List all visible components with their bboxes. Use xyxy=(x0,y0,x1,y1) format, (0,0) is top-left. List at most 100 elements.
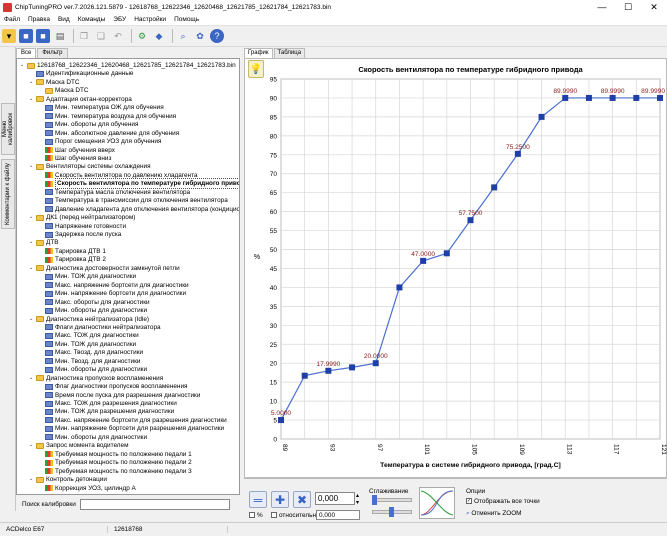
copy-icon[interactable]: ❐ xyxy=(77,29,91,43)
expand-chevron-icon[interactable]: ⌄ xyxy=(29,441,35,450)
table-icon xyxy=(45,332,53,339)
toolbar: ▾ ■ ■ ▤ ❐ ❏ ↶ ⚙ ◆ ⌕ ✿ ? xyxy=(0,26,667,47)
lightbulb-icon[interactable]: 💡 xyxy=(248,60,264,78)
menu-file[interactable]: Файл xyxy=(0,16,24,23)
folder-icon xyxy=(36,476,44,483)
maximize-button[interactable]: ☐ xyxy=(615,0,641,14)
menu-commands[interactable]: Команды xyxy=(74,16,110,23)
data-point xyxy=(467,217,474,224)
equalize-button[interactable]: ═ xyxy=(249,491,267,508)
multiply-button[interactable]: ✖ xyxy=(293,491,311,508)
left-tabs: Все Фильтр xyxy=(16,48,240,58)
percent-label: % xyxy=(257,512,263,519)
tab-calibration-menu[interactable]: Меню калибровок xyxy=(1,103,15,155)
x-tick-label: 89 xyxy=(281,444,288,452)
paste-icon[interactable]: ❏ xyxy=(94,29,108,43)
expand-chevron-icon[interactable]: ⌄ xyxy=(29,78,35,87)
tab-filter[interactable]: Фильтр xyxy=(37,48,68,58)
data-label: 47.0000 xyxy=(411,251,435,258)
x-tick-label: 93 xyxy=(328,444,335,452)
relative-option[interactable]: относительно xyxy=(271,512,320,519)
data-point xyxy=(325,367,332,374)
menu-settings[interactable]: Настройки xyxy=(130,16,170,23)
table-icon xyxy=(45,434,53,441)
add-button[interactable]: ✚ xyxy=(271,491,289,508)
search-label: Поиск калибровки xyxy=(22,500,76,508)
tab-table[interactable]: Таблица xyxy=(273,48,306,58)
y-tick-label: 25 xyxy=(270,342,278,349)
value-input[interactable]: 0,000 xyxy=(315,492,355,505)
slider-thumb[interactable] xyxy=(372,495,377,505)
show-all-points-option[interactable]: ✓ Отображать все точки xyxy=(466,498,540,505)
smoothing-label: Сглаживание xyxy=(369,488,409,495)
data-point xyxy=(420,257,427,264)
data-label: 17.9990 xyxy=(316,361,340,368)
data-point xyxy=(443,250,450,257)
undo-icon[interactable]: ↶ xyxy=(111,29,125,43)
tab-graph[interactable]: График xyxy=(244,48,273,58)
table-icon xyxy=(45,417,53,424)
open-folder-icon[interactable]: ▾ xyxy=(2,29,16,43)
y-tick-label: 50 xyxy=(270,247,278,254)
relative-checkbox[interactable] xyxy=(271,512,277,519)
search-icon[interactable]: ⌕ xyxy=(176,29,190,43)
expand-chevron-icon[interactable]: ⌄ xyxy=(29,95,35,104)
expand-chevron-icon[interactable]: ⌄ xyxy=(20,61,26,70)
cancel-zoom-button[interactable]: ⌕ Отменить ZOOM xyxy=(466,510,522,518)
slider-thumb[interactable] xyxy=(389,507,394,517)
save-icon[interactable]: ■ xyxy=(19,29,33,43)
tab-file-comments[interactable]: Комментарии к файлу xyxy=(1,159,15,229)
status-ecu: ACDelco E67 xyxy=(0,526,108,533)
table-icon xyxy=(45,358,53,365)
toolbar-separator xyxy=(73,29,74,43)
print-icon[interactable]: ▤ xyxy=(53,29,67,43)
expand-chevron-icon[interactable]: ⌄ xyxy=(29,315,35,324)
menu-help[interactable]: Помощь xyxy=(170,16,203,23)
save-as-icon[interactable]: ■ xyxy=(36,29,50,43)
smoothing-slider-1[interactable] xyxy=(372,495,412,505)
relative-value-input[interactable]: 0,000 xyxy=(316,510,360,520)
calibration-tree[interactable]: ⌄ 12618768_12622346_12620468_12621785_126… xyxy=(16,58,240,495)
expand-chevron-icon[interactable]: ⌄ xyxy=(29,162,35,171)
tab-all[interactable]: Все xyxy=(16,48,37,58)
compare-icon[interactable]: ◆ xyxy=(152,29,166,43)
menu-ecu[interactable]: ЭБУ xyxy=(109,16,130,23)
folder-icon xyxy=(36,79,44,86)
options-label: Опции xyxy=(466,488,486,495)
chart-icon xyxy=(45,459,53,466)
close-button[interactable]: ✕ xyxy=(641,0,667,14)
value-spinner-icon[interactable]: ▴ ▾ xyxy=(356,492,359,506)
expand-chevron-icon[interactable]: ⌄ xyxy=(29,264,35,273)
help-icon[interactable]: ? xyxy=(210,29,224,43)
table-icon xyxy=(36,70,44,77)
expand-chevron-icon[interactable]: ⌄ xyxy=(29,475,35,484)
folder-icon xyxy=(36,163,44,170)
window-title: ChipTuningPRO ver.7.2026.121.5879 - 1261… xyxy=(15,3,332,11)
folder-icon xyxy=(45,87,53,94)
app-icon xyxy=(3,2,12,12)
expand-chevron-icon[interactable]: ⌄ xyxy=(29,374,35,383)
x-tick-label: 101 xyxy=(423,444,430,455)
settings-icon[interactable]: ✿ xyxy=(193,29,207,43)
expand-chevron-icon[interactable]: ⌄ xyxy=(29,213,35,222)
menu-view[interactable]: Вид xyxy=(54,16,74,23)
minimize-button[interactable]: — xyxy=(589,0,615,14)
connect-icon[interactable]: ⚙ xyxy=(135,29,149,43)
chart-controls: ═ ✚ ✖ 0,000 ▴ ▾ % относительно 0,000 Сгла… xyxy=(244,478,667,522)
tree-item-label: Коррекция УОЗ, цилиндр А xyxy=(55,484,136,492)
table-icon xyxy=(45,425,53,432)
smoothing-slider-2[interactable] xyxy=(372,507,412,517)
search-input[interactable] xyxy=(79,498,230,510)
chart-icon xyxy=(45,485,53,491)
table-icon xyxy=(45,121,53,128)
chart[interactable]: Скорость вентилятора по температуре гибр… xyxy=(245,59,667,479)
show-all-points-checkbox[interactable]: ✓ xyxy=(466,498,472,505)
table-icon xyxy=(45,392,53,399)
expand-chevron-icon[interactable]: ⌄ xyxy=(29,238,35,247)
menu-edit[interactable]: Правка xyxy=(24,16,54,23)
folder-icon xyxy=(36,239,44,246)
percent-option[interactable]: % xyxy=(249,512,263,519)
tree-item[interactable]: Коррекция УОЗ, цилиндр А xyxy=(38,484,136,493)
percent-checkbox[interactable] xyxy=(249,512,255,519)
table-icon xyxy=(45,366,53,373)
